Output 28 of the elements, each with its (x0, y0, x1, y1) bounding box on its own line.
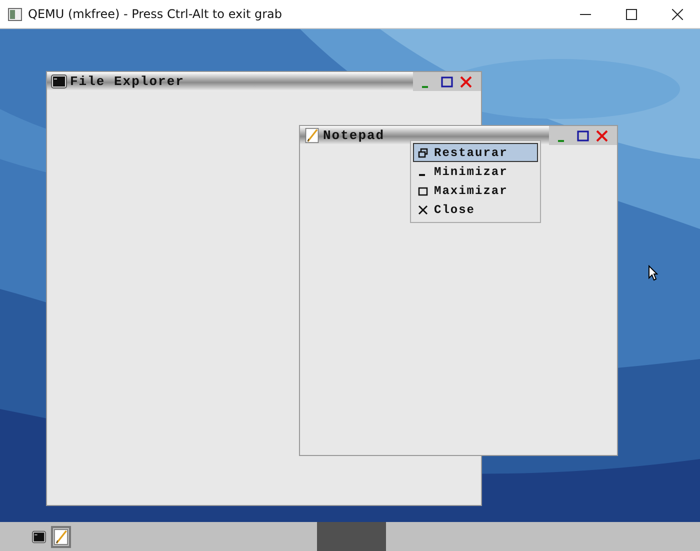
terminal-icon (32, 528, 46, 544)
menu-item[interactable]: Minimizar (413, 162, 538, 181)
window-title: QEMU (mkfree) - Press Ctrl-Alt to exit grab (28, 7, 283, 21)
menu-item[interactable]: Maximizar (413, 181, 538, 200)
window-title: Notepad (323, 128, 385, 143)
maximize-button[interactable] (577, 130, 589, 142)
menu-item[interactable]: Restaurar (413, 143, 538, 162)
pencil-paper-icon (304, 128, 320, 143)
cursor-icon (648, 265, 658, 281)
pencil-paper-icon (54, 528, 68, 544)
minimize-icon (419, 174, 425, 176)
app-icon (8, 8, 22, 20)
taskbar-block (317, 522, 386, 551)
close-icon (418, 204, 428, 214)
maximize-icon (626, 8, 636, 20)
close-icon (672, 8, 682, 20)
minimize-icon (422, 86, 428, 88)
maximize-icon (577, 130, 589, 142)
close-icon (596, 130, 608, 142)
maximize-button[interactable] (441, 76, 453, 88)
terminal-icon (51, 74, 67, 89)
minimize-icon (558, 140, 564, 142)
maximize-icon (441, 76, 453, 88)
restore-icon (418, 148, 428, 158)
window-title: File Explorer (70, 74, 184, 89)
menu-item[interactable]: Close (413, 200, 538, 219)
close-icon (460, 76, 472, 88)
maximize-icon (418, 186, 428, 196)
